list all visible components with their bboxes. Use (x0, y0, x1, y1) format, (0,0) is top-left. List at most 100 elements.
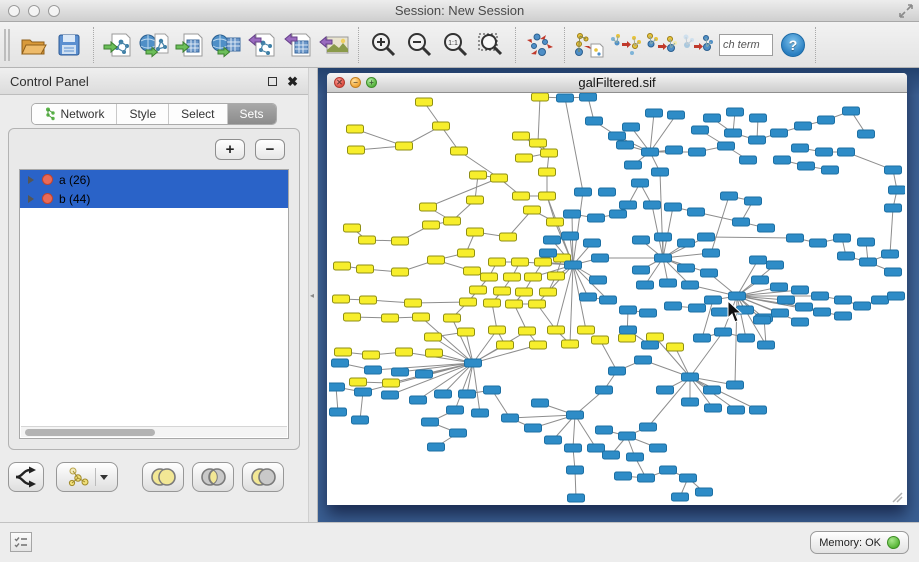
graph-node[interactable] (592, 254, 609, 262)
graph-node[interactable] (547, 218, 564, 226)
graph-node[interactable] (392, 237, 409, 245)
graph-node[interactable] (532, 93, 549, 101)
graph-node[interactable] (565, 444, 582, 452)
network-window[interactable]: ✕ − + galFiltered.sif (327, 73, 907, 505)
difference-sets-button[interactable] (242, 462, 284, 492)
graph-node[interactable] (758, 341, 775, 349)
network-subset-button[interactable] (679, 26, 715, 64)
graph-node[interactable] (646, 109, 663, 117)
graph-node[interactable] (678, 239, 695, 247)
graph-node[interactable] (882, 250, 899, 258)
split-sets-button[interactable] (8, 462, 44, 492)
graph-node[interactable] (688, 208, 705, 216)
graph-edge[interactable] (538, 97, 540, 143)
graph-node[interactable] (758, 224, 775, 232)
graph-node[interactable] (413, 313, 430, 321)
graph-node[interactable] (540, 249, 557, 257)
graph-node[interactable] (516, 288, 533, 296)
graph-node[interactable] (858, 130, 875, 138)
graph-node[interactable] (835, 296, 852, 304)
graph-node[interactable] (885, 204, 902, 212)
graph-node[interactable] (491, 174, 508, 182)
graph-node[interactable] (539, 192, 556, 200)
graph-node[interactable] (535, 258, 552, 266)
graph-node[interactable] (627, 453, 644, 461)
graph-node[interactable] (704, 386, 721, 394)
graph-node[interactable] (642, 341, 659, 349)
graph-node[interactable] (637, 281, 654, 289)
union-sets-button[interactable] (142, 462, 184, 492)
graph-node[interactable] (644, 201, 661, 209)
graph-node[interactable] (459, 390, 476, 398)
graph-node[interactable] (701, 269, 718, 277)
import-table-web-button[interactable] (208, 26, 244, 64)
graph-node[interactable] (516, 154, 533, 162)
tab-sets[interactable]: Sets (228, 104, 276, 124)
graph-edge[interactable] (455, 363, 473, 410)
graph-node[interactable] (600, 296, 617, 304)
graph-node[interactable] (692, 126, 709, 134)
graph-node[interactable] (728, 406, 745, 414)
graph-node[interactable] (798, 162, 815, 170)
graph-node[interactable] (567, 466, 584, 474)
graph-node[interactable] (584, 239, 601, 247)
graph-node[interactable] (512, 258, 529, 266)
panel-splitter[interactable]: ◂ (308, 68, 318, 522)
graph-node[interactable] (365, 366, 382, 374)
graph-node[interactable] (678, 264, 695, 272)
import-network-web-button[interactable] (136, 26, 172, 64)
set-row-b[interactable]: b (44) (20, 189, 288, 208)
graph-node[interactable] (405, 299, 422, 307)
graph-node[interactable] (666, 146, 683, 154)
graph-node[interactable] (382, 314, 399, 322)
graph-edge[interactable] (737, 290, 800, 296)
graph-node[interactable] (838, 252, 855, 260)
graph-node[interactable] (392, 268, 409, 276)
graph-node[interactable] (596, 426, 613, 434)
graph-node[interactable] (470, 171, 487, 179)
graph-node[interactable] (575, 188, 592, 196)
graph-node[interactable] (410, 396, 427, 404)
graph-node[interactable] (481, 273, 498, 281)
graph-node[interactable] (885, 268, 902, 276)
graph-node[interactable] (712, 308, 729, 316)
open-file-button[interactable] (15, 26, 51, 64)
graph-node[interactable] (715, 328, 732, 336)
graph-node[interactable] (682, 373, 699, 381)
graph-node[interactable] (727, 381, 744, 389)
graph-node[interactable] (638, 474, 655, 482)
graph-node[interactable] (525, 424, 542, 432)
graph-node[interactable] (357, 265, 374, 273)
graph-node[interactable] (633, 266, 650, 274)
graph-node[interactable] (502, 414, 519, 422)
graph-node[interactable] (725, 129, 742, 137)
graph-node[interactable] (592, 336, 609, 344)
graph-node[interactable] (484, 386, 501, 394)
graph-node[interactable] (562, 340, 579, 348)
graph-node[interactable] (530, 341, 547, 349)
graph-node[interactable] (383, 379, 400, 387)
search-input[interactable] (719, 34, 773, 56)
graph-node[interactable] (539, 168, 556, 176)
graph-edge[interactable] (600, 340, 617, 371)
graph-node[interactable] (489, 258, 506, 266)
graph-node[interactable] (435, 390, 452, 398)
network-diff-file-button[interactable] (571, 26, 607, 64)
graph-node[interactable] (504, 273, 521, 281)
intersection-sets-button[interactable] (192, 462, 234, 492)
graph-edge[interactable] (650, 113, 654, 152)
graph-node[interactable] (625, 161, 642, 169)
graph-node[interactable] (588, 444, 605, 452)
graph-node[interactable] (705, 404, 722, 412)
graph-node[interactable] (519, 327, 536, 335)
graph-node[interactable] (771, 283, 788, 291)
graph-node[interactable] (540, 288, 557, 296)
graph-node[interactable] (689, 304, 706, 312)
graph-edge[interactable] (428, 178, 499, 207)
graph-node[interactable] (703, 249, 720, 257)
graph-node[interactable] (665, 203, 682, 211)
network-graph[interactable] (329, 93, 905, 503)
graph-node[interactable] (352, 416, 369, 424)
graph-node[interactable] (660, 466, 677, 474)
graph-node[interactable] (450, 429, 467, 437)
